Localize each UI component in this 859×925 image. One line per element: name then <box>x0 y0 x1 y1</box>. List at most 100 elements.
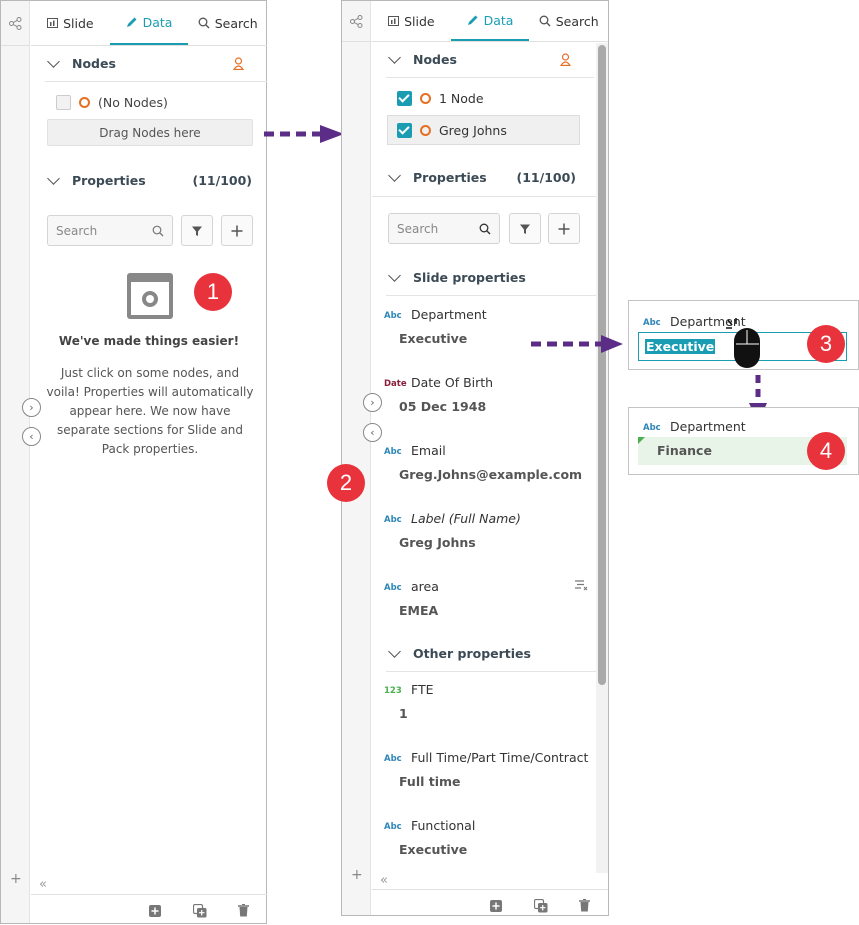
property-value[interactable]: 1 <box>399 706 408 721</box>
bottom-toolbar <box>31 894 267 924</box>
add-property-button[interactable] <box>221 215 253 246</box>
property-type: Date <box>384 379 407 389</box>
properties-section-title: Properties <box>413 169 487 185</box>
search-icon <box>198 17 210 29</box>
properties-search-input[interactable]: Search <box>47 215 173 246</box>
node-row[interactable]: 1 Node <box>397 91 484 106</box>
property-type: Abc <box>643 318 661 328</box>
properties-count: (11/100) <box>192 172 252 188</box>
properties-search-input[interactable]: Search <box>388 213 500 244</box>
property-type: Abc <box>384 447 402 457</box>
property-value[interactable]: EMEA <box>399 603 438 618</box>
property-value[interactable]: Full time <box>399 774 461 789</box>
chevron-left-icon[interactable]: ‹ <box>22 427 41 446</box>
person-icon[interactable] <box>560 53 571 66</box>
node-icon <box>79 97 90 108</box>
node-checkbox[interactable] <box>56 95 71 110</box>
chevron-down-icon <box>388 51 401 64</box>
filter-icon <box>520 224 530 234</box>
right-rail <box>342 1 371 915</box>
node-checkbox[interactable] <box>397 122 412 138</box>
property-value[interactable]: Greg Johns <box>399 535 476 550</box>
tab-search[interactable]: Search <box>188 1 267 45</box>
collapse-icon[interactable]: « <box>39 877 47 892</box>
duplicate-icon[interactable] <box>534 899 548 913</box>
trash-icon[interactable] <box>238 904 249 917</box>
rail-add-icon[interactable]: + <box>10 871 22 887</box>
rail-add-icon[interactable]: + <box>351 867 363 883</box>
collapse-icon[interactable]: « <box>380 873 388 888</box>
property-value[interactable]: Executive <box>399 331 467 346</box>
share-icon[interactable] <box>342 1 371 42</box>
trash-icon[interactable] <box>579 899 590 912</box>
no-nodes-row: (No Nodes) <box>56 95 168 110</box>
tab-data-label: Data <box>483 12 514 28</box>
properties-section-header[interactable]: Properties (11/100) <box>45 162 252 198</box>
mouse-icon <box>726 318 760 368</box>
nodes-section-header[interactable]: Nodes <box>45 46 267 82</box>
search-icon <box>479 223 491 234</box>
tab-bar: Slide Data Search <box>31 1 267 46</box>
filter-button[interactable] <box>509 213 541 244</box>
pencil-icon <box>467 15 478 25</box>
chevron-left-icon[interactable]: ‹ <box>363 423 382 442</box>
properties-section-title: Properties <box>72 172 146 188</box>
person-icon[interactable] <box>233 57 244 70</box>
node-checkbox[interactable] <box>397 91 412 106</box>
duplicate-icon[interactable] <box>193 904 207 918</box>
right-panel: Slide Data Search Nodes 1 Node Greg John… <box>341 0 609 916</box>
node-row-selected[interactable]: Greg Johns <box>387 115 580 145</box>
slide-properties-title: Slide properties <box>413 270 526 285</box>
list-filter-icon[interactable] <box>575 580 588 591</box>
share-icon[interactable] <box>1 1 30 46</box>
other-properties-header[interactable]: Other properties <box>386 636 596 672</box>
flow-arrow-1 <box>264 125 344 143</box>
scrollbar-track[interactable] <box>596 43 608 873</box>
tab-slide-label: Slide <box>404 13 435 29</box>
nodes-section-header[interactable]: Nodes <box>386 42 594 78</box>
step-badge-4: 4 <box>807 432 845 470</box>
department-new-value: Finance <box>657 443 712 458</box>
tab-slide-label: Slide <box>63 15 94 31</box>
tab-slide[interactable]: Slide <box>31 1 110 45</box>
search-icon <box>539 15 551 27</box>
tab-bar: Slide Data Search <box>372 1 608 42</box>
slide-icon <box>388 16 400 26</box>
chevron-down-icon <box>388 269 401 282</box>
property-value[interactable]: Executive <box>399 842 467 857</box>
property-type: Abc <box>643 423 661 433</box>
property-name: area <box>411 579 439 594</box>
scrollbar-thumb[interactable] <box>598 45 606 685</box>
property-name: FTE <box>411 682 434 697</box>
property-name: Label (Full Name) <box>411 511 521 526</box>
properties-section-header[interactable]: Properties (11/100) <box>386 159 576 195</box>
empty-state-title: We've made things easier! <box>58 334 240 348</box>
bottom-toolbar <box>372 889 608 919</box>
chevron-down-icon <box>388 168 401 182</box>
tab-slide[interactable]: Slide <box>372 1 451 41</box>
filter-button[interactable] <box>181 215 213 246</box>
property-value[interactable]: Greg.Johns@example.com <box>399 467 582 482</box>
node-icon <box>420 93 431 104</box>
add-icon[interactable] <box>490 900 502 912</box>
tab-search-label: Search <box>214 15 258 31</box>
property-type: Abc <box>384 583 402 593</box>
property-value[interactable]: 05 Dec 1948 <box>399 399 486 414</box>
add-property-button[interactable] <box>548 213 580 244</box>
tab-data[interactable]: Data <box>450 1 530 41</box>
search-icon <box>152 225 164 236</box>
chevron-right-icon[interactable]: › <box>22 398 41 417</box>
other-properties-title: Other properties <box>413 646 531 661</box>
drag-nodes-zone[interactable]: Drag Nodes here <box>47 119 253 146</box>
calendar-icon <box>127 273 173 319</box>
slide-properties-header[interactable]: Slide properties <box>386 260 596 296</box>
tab-search[interactable]: Search <box>529 1 608 41</box>
chevron-right-icon[interactable]: › <box>363 393 382 412</box>
property-type: Abc <box>384 311 402 321</box>
tab-data[interactable]: Data <box>109 1 189 45</box>
step-badge-3: 3 <box>807 325 845 363</box>
add-icon[interactable] <box>149 905 161 917</box>
tab-data-label: Data <box>142 14 173 30</box>
left-panel: Slide Data Search Nodes (No Nodes) Drag … <box>0 0 267 924</box>
department-edit-value: Executive <box>645 339 716 354</box>
